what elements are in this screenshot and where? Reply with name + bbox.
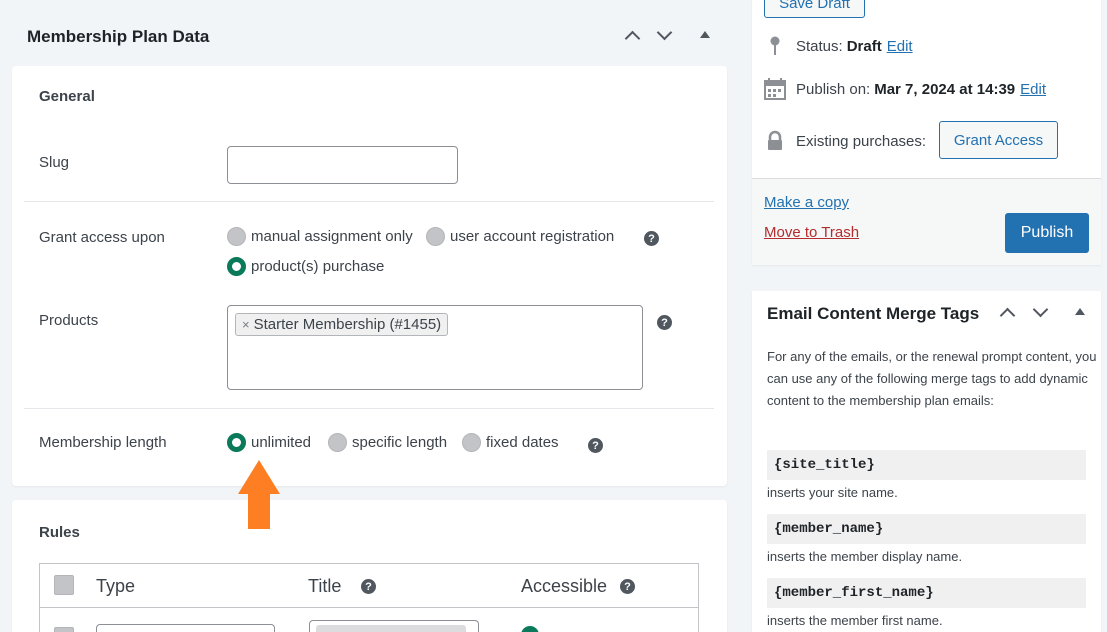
radio-fixed-dates[interactable]: fixed dates: [462, 433, 559, 452]
radio-button: [328, 433, 347, 452]
toggle-panel-button[interactable]: [693, 24, 717, 48]
chevron-up-icon: [624, 30, 641, 47]
radio-label: unlimited: [251, 434, 312, 451]
radio-label: user account registration: [450, 228, 615, 245]
arrow-up-icon: [238, 460, 280, 530]
save-draft-button[interactable]: Save Draft: [764, 0, 865, 18]
merge-tag-code: {member_first_name}: [767, 578, 1086, 608]
select-all-checkbox[interactable]: [54, 575, 74, 595]
pin-icon: [764, 35, 786, 57]
existing-purchases-label: Existing purchases:: [796, 132, 927, 150]
move-to-trash-link[interactable]: Move to Trash: [764, 224, 859, 241]
radio-button-selected: [227, 433, 246, 452]
merge-tags-intro: For any of the emails, or the renewal pr…: [767, 349, 1097, 408]
radio-label: product(s) purchase: [251, 258, 385, 275]
radio-specific-length[interactable]: specific length: [328, 433, 447, 452]
merge-tag-description: inserts the member first name.: [767, 613, 943, 628]
move-up-button[interactable]: [621, 24, 645, 48]
general-card: General Slug Grant access upon manual as…: [12, 66, 727, 486]
toggle-triangle-icon: [700, 31, 710, 38]
membership-plan-panel: Membership Plan Data General Slug Grant …: [0, 0, 740, 632]
radio-button: [462, 433, 481, 452]
rules-table-header: Type Title ? Accessible ?: [40, 564, 698, 608]
move-down-button[interactable]: [1029, 301, 1053, 325]
radio-button-selected: [227, 257, 246, 276]
radio-label: fixed dates: [486, 434, 559, 451]
merge-tag-code: {member_name}: [767, 514, 1086, 544]
row-checkbox[interactable]: [54, 627, 74, 632]
metabox-header: Membership Plan Data: [0, 0, 740, 66]
merge-tag-description: inserts the member display name.: [767, 549, 963, 564]
chevron-down-icon: [1032, 301, 1049, 318]
edit-date-link[interactable]: Edit: [1020, 81, 1046, 98]
radio-button: [426, 227, 445, 246]
calendar-icon: [764, 78, 786, 100]
chevron-up-icon: [999, 307, 1016, 324]
status-row: Status: Draft Edit: [764, 35, 913, 57]
edit-status-link[interactable]: Edit: [887, 38, 913, 55]
help-icon[interactable]: ?: [657, 315, 672, 330]
column-accessible: Accessible: [521, 576, 608, 596]
radio-label: specific length: [352, 434, 448, 451]
slug-input[interactable]: [227, 146, 458, 184]
metabox-title: Membership Plan Data: [27, 27, 210, 46]
general-section-title: General: [39, 88, 95, 105]
radio-user-registration[interactable]: user account registration: [426, 227, 614, 246]
divider: [24, 201, 714, 202]
status-value: Draft: [846, 37, 882, 55]
remove-token-icon[interactable]: ×: [242, 317, 250, 332]
move-down-button[interactable]: [653, 24, 677, 48]
products-select[interactable]: × Starter Membership (#1455): [227, 305, 643, 390]
status-label: Status:: [796, 37, 843, 55]
grant-access-button[interactable]: Grant Access: [939, 121, 1058, 159]
rule-type-select[interactable]: [96, 624, 275, 632]
publish-on-label: Publish on:: [796, 80, 871, 98]
products-label: Products: [39, 312, 99, 329]
toggle-panel-button[interactable]: [1068, 301, 1092, 325]
sidebar: Save Draft Status: Draft Edit Publish on…: [740, 0, 1107, 632]
lock-icon: [764, 130, 786, 152]
slug-label: Slug: [39, 154, 70, 171]
column-title: Title: [308, 576, 342, 596]
merge-tag-description: inserts your site name.: [767, 485, 898, 500]
publish-actions: Make a copy Move to Trash Publish: [752, 178, 1101, 265]
help-icon[interactable]: ?: [588, 438, 603, 453]
chevron-down-icon: [656, 24, 673, 41]
rules-table: Type Title ? Accessible ?: [39, 563, 699, 632]
merge-tags-box: Email Content Merge Tags For any of the …: [752, 291, 1101, 632]
help-icon[interactable]: ?: [644, 231, 659, 246]
merge-tag-code: {site_title}: [767, 450, 1086, 480]
publish-box: Save Draft Status: Draft Edit Publish on…: [752, 0, 1101, 265]
toggle-triangle-icon: [1075, 308, 1085, 315]
arrow-shaft: [248, 493, 270, 529]
rule-title-select[interactable]: [309, 620, 479, 632]
rules-section-title: Rules: [39, 524, 80, 541]
rules-card: Rules Type Title ? Accessible ?: [12, 500, 727, 632]
publish-button[interactable]: Publish: [1005, 213, 1089, 253]
help-icon[interactable]: ?: [361, 579, 376, 594]
make-copy-link[interactable]: Make a copy: [764, 194, 849, 211]
product-token-label: Starter Membership (#1455): [253, 316, 442, 333]
radio-label: manual assignment only: [251, 228, 413, 245]
radio-button-selected[interactable]: [521, 626, 539, 632]
radio-product-purchase[interactable]: product(s) purchase: [227, 257, 384, 276]
publish-date-row: Publish on: Mar 7, 2024 at 14:39 Edit: [764, 78, 1046, 100]
radio-manual-assignment[interactable]: manual assignment only: [227, 227, 413, 246]
existing-purchases-row: Existing purchases:: [764, 130, 926, 152]
column-type: Type: [96, 576, 136, 596]
arrow-head: [238, 460, 280, 494]
rule-title-token: [316, 625, 466, 632]
grant-access-label: Grant access upon: [39, 229, 165, 246]
publish-on-value: Mar 7, 2024 at 14:39: [874, 80, 1016, 98]
move-up-button[interactable]: [996, 301, 1020, 325]
divider: [24, 408, 714, 409]
radio-button: [227, 227, 246, 246]
help-icon[interactable]: ?: [620, 579, 635, 594]
merge-tags-title: Email Content Merge Tags: [767, 304, 980, 323]
membership-length-label: Membership length: [39, 434, 167, 451]
product-token: × Starter Membership (#1455): [235, 313, 449, 336]
radio-unlimited[interactable]: unlimited: [227, 433, 311, 452]
